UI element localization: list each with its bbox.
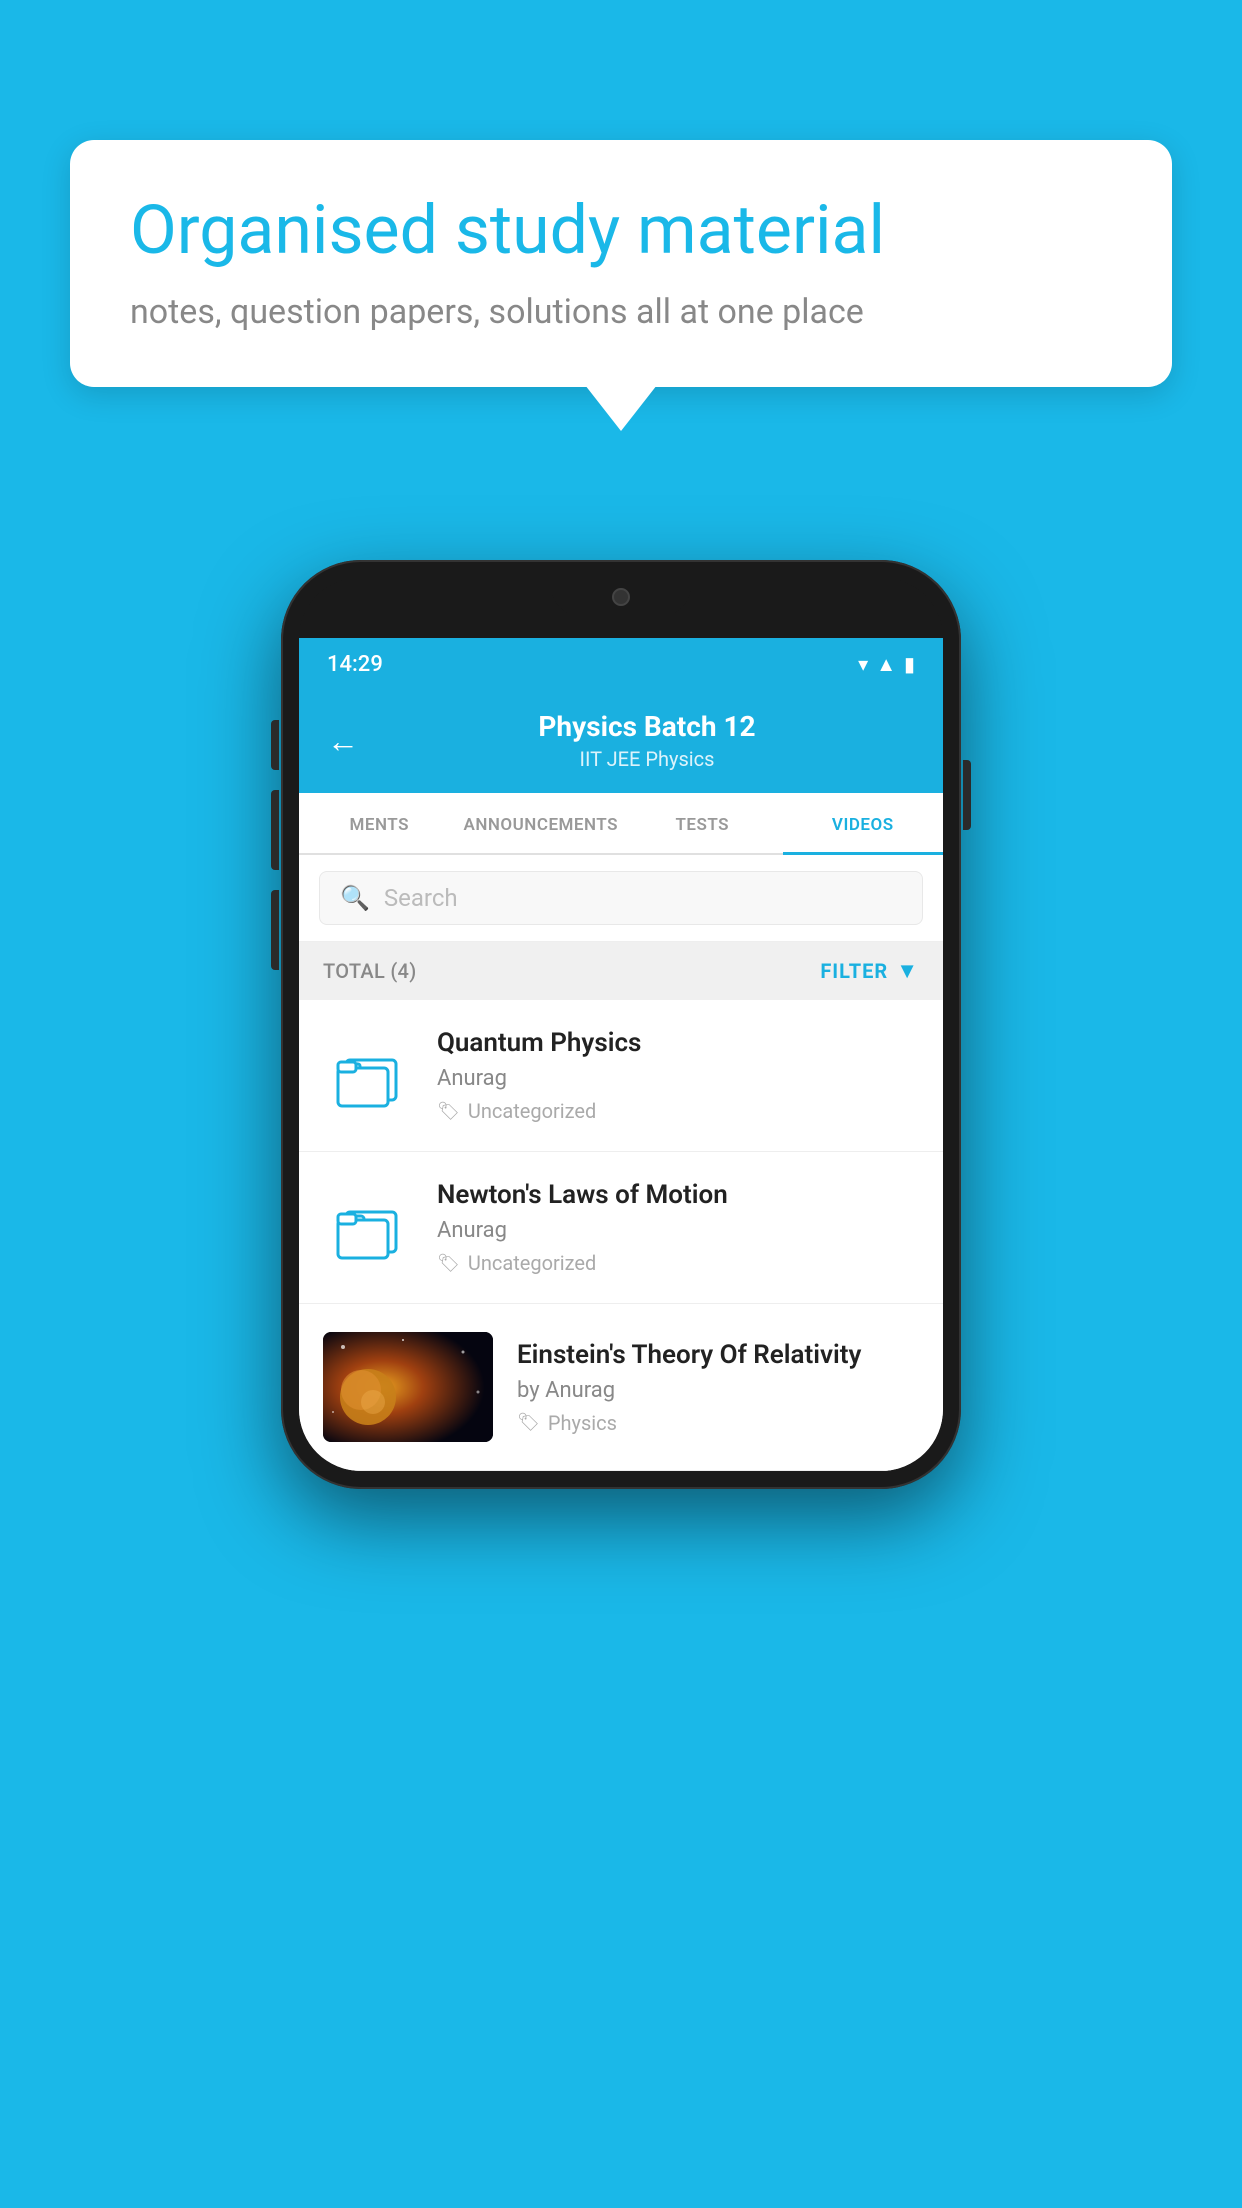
notch xyxy=(551,578,691,616)
signal-icon: ▲ xyxy=(876,652,896,677)
speech-bubble-title: Organised study material xyxy=(130,190,1112,272)
folder-icon-2 xyxy=(332,1194,404,1262)
thumbnail-bg xyxy=(323,1332,493,1442)
phone-screen: 14:29 ▾ ▲ ▮ ← Physics Batch 12 IIT JEE P… xyxy=(299,638,943,1471)
filter-row: TOTAL (4) FILTER ▼ xyxy=(299,942,943,1000)
volume-up-button xyxy=(271,720,279,770)
video-title-1: Quantum Physics xyxy=(437,1028,919,1058)
video-tag-2: 🏷 Uncategorized xyxy=(437,1251,919,1275)
wifi-icon: ▾ xyxy=(858,652,868,676)
battery-icon: ▮ xyxy=(904,652,915,676)
search-bar[interactable]: 🔍 Search xyxy=(319,871,923,925)
video-item-3[interactable]: Einstein's Theory Of Relativity by Anura… xyxy=(299,1304,943,1471)
app-header: ← Physics Batch 12 IIT JEE Physics xyxy=(299,690,943,793)
back-button[interactable]: ← xyxy=(327,722,359,760)
video-info-3: Einstein's Theory Of Relativity by Anura… xyxy=(517,1340,919,1435)
folder-icon-1 xyxy=(332,1042,404,1110)
speech-bubble-subtitle: notes, question papers, solutions all at… xyxy=(130,292,1112,332)
tabs-bar: MENTS ANNOUNCEMENTS TESTS VIDEOS xyxy=(299,793,943,855)
video-title-2: Newton's Laws of Motion xyxy=(437,1180,919,1210)
tag-icon-2: 🏷 xyxy=(437,1253,460,1274)
video-author-1: Anurag xyxy=(437,1066,919,1091)
video-thumbnail-3 xyxy=(323,1332,493,1442)
search-container: 🔍 Search xyxy=(299,855,943,942)
video-thumb-2 xyxy=(323,1183,413,1273)
tab-tests[interactable]: TESTS xyxy=(622,793,783,853)
search-placeholder-text: Search xyxy=(384,884,458,912)
tab-announcements[interactable]: ANNOUNCEMENTS xyxy=(460,793,622,853)
video-tag-3: 🏷 Physics xyxy=(517,1411,919,1435)
phone-mockup: 14:29 ▾ ▲ ▮ ← Physics Batch 12 IIT JEE P… xyxy=(281,560,961,1489)
silent-button xyxy=(271,890,279,970)
video-item-2[interactable]: Newton's Laws of Motion Anurag 🏷 Uncateg… xyxy=(299,1152,943,1304)
filter-button[interactable]: FILTER ▼ xyxy=(820,958,919,984)
search-icon: 🔍 xyxy=(340,884,370,912)
header-title-block: Physics Batch 12 IIT JEE Physics xyxy=(379,710,915,771)
video-item-1[interactable]: Quantum Physics Anurag 🏷 Uncategorized xyxy=(299,1000,943,1152)
video-list: Quantum Physics Anurag 🏷 Uncategorized xyxy=(299,1000,943,1471)
video-author-3: by Anurag xyxy=(517,1378,919,1403)
volume-down-button xyxy=(271,790,279,870)
status-icons: ▾ ▲ ▮ xyxy=(858,652,915,677)
status-bar: 14:29 ▾ ▲ ▮ xyxy=(299,638,943,690)
tab-videos[interactable]: VIDEOS xyxy=(783,793,944,853)
speech-bubble: Organised study material notes, question… xyxy=(70,140,1172,387)
batch-subtitle: IIT JEE Physics xyxy=(379,747,915,771)
tab-ments[interactable]: MENTS xyxy=(299,793,460,853)
status-time: 14:29 xyxy=(327,652,383,677)
total-count: TOTAL (4) xyxy=(323,959,417,983)
video-category-3: Physics xyxy=(548,1411,617,1435)
batch-title: Physics Batch 12 xyxy=(379,710,915,743)
front-camera xyxy=(612,588,630,606)
video-title-3: Einstein's Theory Of Relativity xyxy=(517,1340,919,1370)
video-thumb-1 xyxy=(323,1031,413,1121)
video-author-2: Anurag xyxy=(437,1218,919,1243)
power-button xyxy=(963,760,971,830)
filter-label: FILTER xyxy=(820,959,888,983)
video-tag-1: 🏷 Uncategorized xyxy=(437,1099,919,1123)
phone-notch-bar xyxy=(299,578,943,638)
video-category-1: Uncategorized xyxy=(468,1099,596,1123)
video-info-1: Quantum Physics Anurag 🏷 Uncategorized xyxy=(437,1028,919,1123)
video-info-2: Newton's Laws of Motion Anurag 🏷 Uncateg… xyxy=(437,1180,919,1275)
filter-icon: ▼ xyxy=(896,958,919,984)
video-category-2: Uncategorized xyxy=(468,1251,596,1275)
tag-icon-1: 🏷 xyxy=(437,1101,460,1122)
tag-icon-3: 🏷 xyxy=(517,1412,540,1433)
